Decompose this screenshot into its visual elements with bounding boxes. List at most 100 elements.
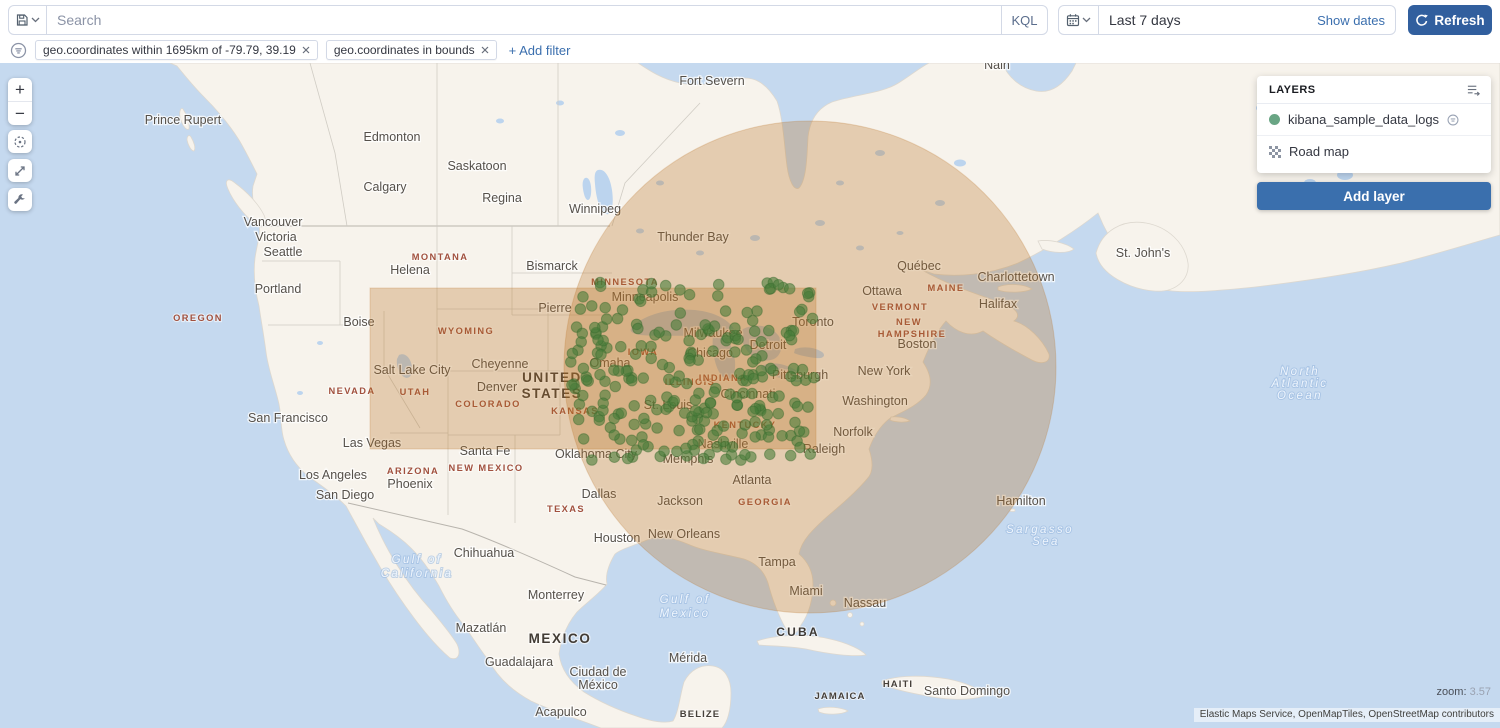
kql-toggle[interactable]: KQL [1001,6,1047,34]
data-point[interactable] [784,284,795,295]
data-point[interactable] [708,346,719,357]
data-point[interactable] [684,289,695,300]
time-range-value[interactable]: Last 7 days [1099,12,1317,28]
data-point[interactable] [701,407,712,418]
data-point[interactable] [659,446,670,457]
data-point[interactable] [646,353,657,364]
data-point[interactable] [622,453,633,464]
filter-menu-icon[interactable] [10,42,27,59]
data-point[interactable] [809,372,820,383]
zoom-out-button[interactable]: − [8,102,32,125]
layer-row-basemap[interactable]: Road map [1257,135,1491,167]
data-point[interactable] [730,347,741,358]
data-point[interactable] [578,363,589,374]
data-point[interactable] [774,391,785,402]
add-filter-link[interactable]: + Add filter [509,43,571,58]
data-point[interactable] [777,431,788,442]
refresh-button[interactable]: Refresh [1408,5,1492,35]
data-point[interactable] [595,281,606,292]
data-point[interactable] [773,408,784,419]
data-point[interactable] [601,314,612,325]
data-point[interactable] [567,348,578,359]
data-point[interactable] [567,380,578,391]
data-point[interactable] [633,323,644,334]
data-point[interactable] [690,405,701,416]
data-point[interactable] [600,302,611,313]
data-point[interactable] [803,402,814,413]
data-point[interactable] [587,455,598,466]
data-point[interactable] [720,306,731,317]
data-point[interactable] [674,425,685,436]
data-point[interactable] [590,358,601,369]
data-point[interactable] [646,278,657,289]
data-point[interactable] [629,401,640,412]
data-point[interactable] [573,414,584,425]
data-point[interactable] [802,288,813,299]
data-point[interactable] [630,349,641,360]
data-point[interactable] [740,420,751,431]
data-point[interactable] [761,420,772,431]
data-point[interactable] [721,454,732,465]
data-point[interactable] [669,395,680,406]
data-point[interactable] [660,280,671,291]
data-point[interactable] [645,395,656,406]
data-point[interactable] [748,373,759,384]
data-point[interactable] [587,301,598,312]
search-input[interactable] [47,6,1001,34]
filter-pill-geo-bounds[interactable]: geo.coordinates in bounds [326,40,497,60]
collapse-panel-icon[interactable] [1466,83,1481,97]
data-point[interactable] [784,330,795,341]
data-point[interactable] [685,356,696,367]
layer-row-data[interactable]: kibana_sample_data_logs [1257,104,1491,135]
data-point[interactable] [664,374,675,385]
data-point[interactable] [576,337,587,348]
data-point[interactable] [705,398,716,409]
calendar-menu-button[interactable] [1059,6,1099,34]
data-point[interactable] [609,365,620,376]
data-point[interactable] [731,392,742,403]
data-point[interactable] [708,430,719,441]
data-point[interactable] [654,327,665,338]
data-point[interactable] [807,313,818,324]
data-point[interactable] [596,349,607,360]
data-point[interactable] [763,432,774,443]
data-point[interactable] [590,322,601,333]
data-point[interactable] [773,280,784,291]
add-layer-button[interactable]: Add layer [1257,182,1491,210]
tools-button[interactable] [8,188,32,211]
data-point[interactable] [609,413,620,424]
data-point[interactable] [765,449,776,460]
data-point[interactable] [750,417,761,428]
data-point[interactable] [700,320,711,331]
data-point[interactable] [718,436,729,447]
data-point[interactable] [652,423,663,434]
data-point[interactable] [733,334,744,345]
data-point[interactable] [684,335,695,346]
data-point[interactable] [594,415,605,426]
set-view-button[interactable] [8,130,32,153]
data-point[interactable] [671,320,682,331]
data-point[interactable] [593,335,604,346]
close-icon[interactable] [302,46,310,54]
data-point[interactable] [750,432,761,443]
data-point[interactable] [713,279,724,290]
data-point[interactable] [698,453,709,464]
data-point[interactable] [764,325,775,336]
close-icon[interactable] [481,46,489,54]
data-point[interactable] [805,449,816,460]
data-point[interactable] [609,452,620,463]
data-point[interactable] [581,375,592,386]
zoom-in-button[interactable]: + [8,78,32,102]
data-point[interactable] [595,369,606,380]
data-point[interactable] [756,336,767,347]
data-point[interactable] [681,443,692,454]
filter-pill-geo-distance[interactable]: geo.coordinates within 1695km of -79.79,… [35,40,318,60]
data-point[interactable] [740,449,751,460]
data-point[interactable] [690,395,701,406]
data-point[interactable] [792,401,803,412]
data-point[interactable] [575,304,586,315]
data-point[interactable] [748,406,759,417]
data-point[interactable] [657,359,668,370]
data-point[interactable] [578,292,589,303]
data-point[interactable] [598,398,609,409]
